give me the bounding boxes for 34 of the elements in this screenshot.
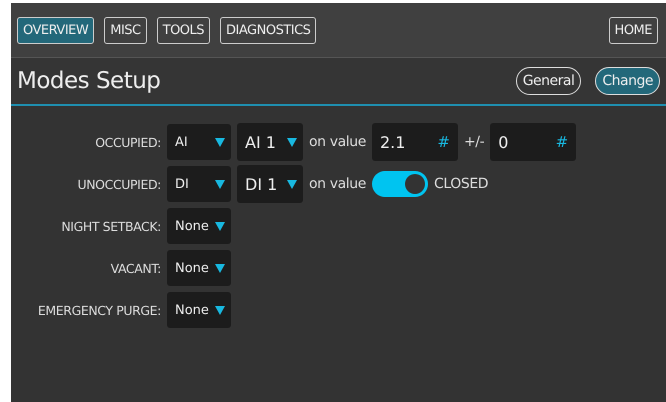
page-title: Modes Setup [17, 68, 162, 94]
dropdown[interactable]: None [167, 250, 231, 286]
caret-icon [215, 263, 225, 273]
dropdown[interactable]: AI 1 [237, 123, 303, 161]
nav-tab[interactable]: TOOLS [156, 16, 210, 44]
caret-icon [215, 305, 225, 315]
caret-icon [215, 221, 225, 231]
field-label: on value [309, 176, 366, 192]
field-label: on value [309, 134, 366, 150]
mode-button[interactable]: Change [595, 67, 660, 95]
caret-icon [287, 179, 297, 189]
nav-tab[interactable]: OVERVIEW [17, 16, 94, 44]
dropdown[interactable]: AI [167, 124, 231, 160]
row-label: VACANT: [110, 260, 161, 276]
mode-button[interactable]: General [516, 67, 582, 95]
row-label: EMERGENCY PURGE: [36, 302, 161, 318]
toggle-state: CLOSED [434, 176, 488, 192]
dropdown[interactable]: None [167, 292, 231, 328]
caret-icon [287, 137, 297, 147]
dropdown[interactable]: None [167, 208, 231, 244]
nav-tab[interactable]: DIAGNOSTICS [220, 16, 316, 44]
number-field[interactable]: 0 # [490, 123, 576, 161]
home-button[interactable]: HOME [608, 16, 658, 44]
nav-tab[interactable]: MISC [104, 16, 147, 44]
caret-icon [215, 137, 225, 147]
dropdown[interactable]: DI 1 [237, 165, 303, 203]
dropdown[interactable]: DI [167, 166, 231, 202]
row-label: OCCUPIED: [94, 134, 161, 150]
field-label: +/- [464, 134, 484, 150]
toggle-switch[interactable] [372, 171, 428, 197]
number-field[interactable]: 2.1 # [372, 123, 458, 161]
caret-icon [215, 179, 225, 189]
row-label: UNOCCUPIED: [76, 176, 161, 192]
row-label: NIGHT SETBACK: [60, 218, 161, 234]
